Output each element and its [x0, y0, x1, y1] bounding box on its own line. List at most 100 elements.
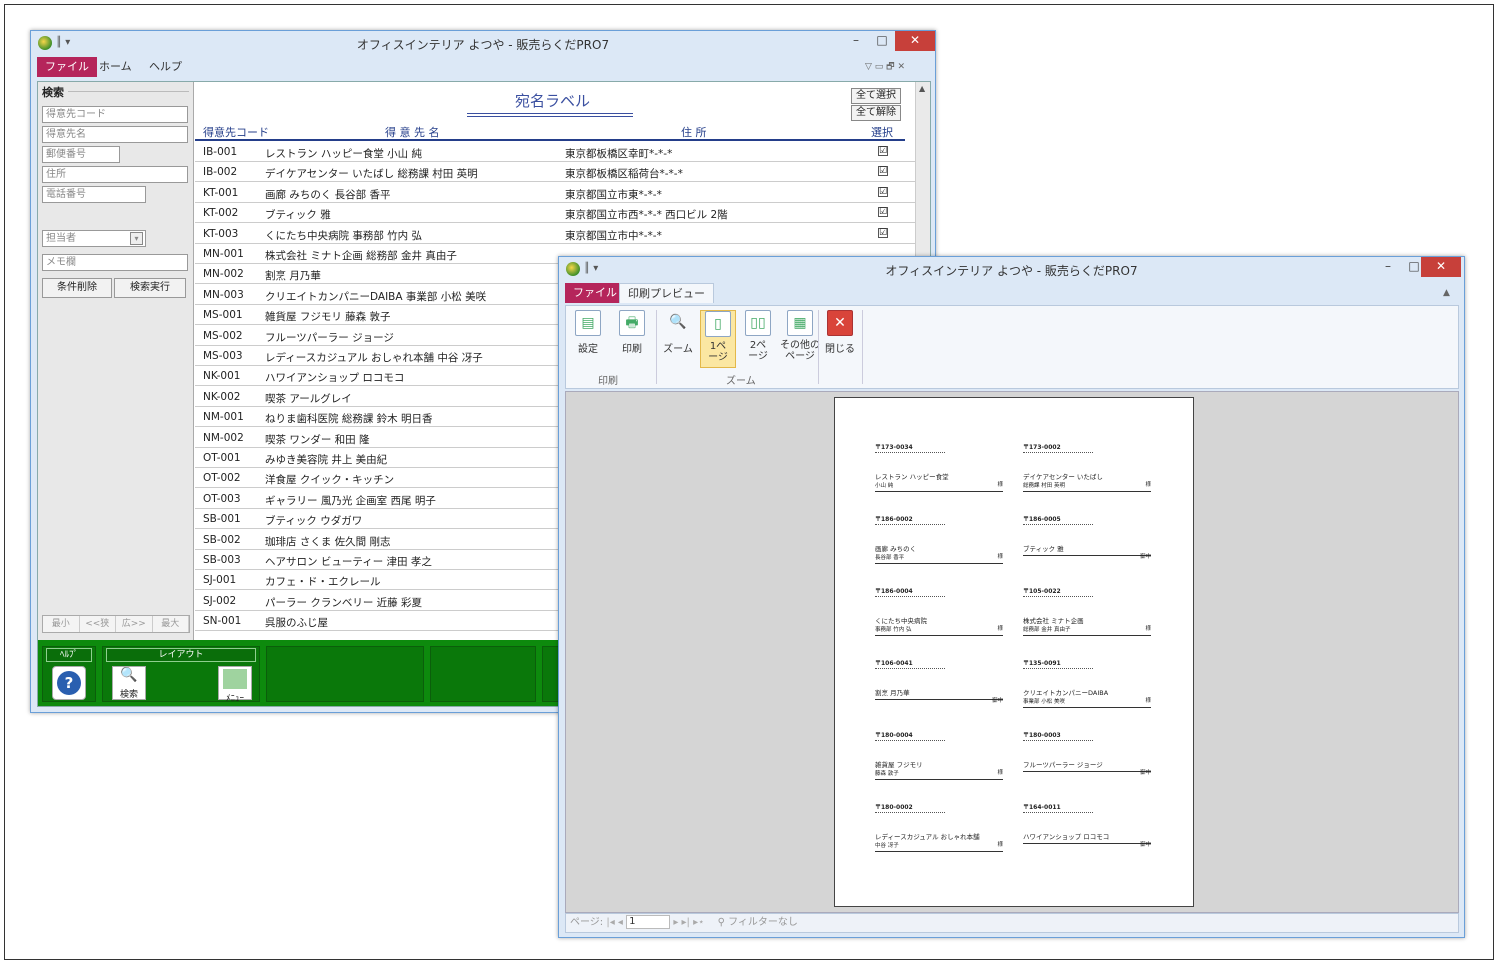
filter-icon[interactable]: ⚲ [718, 917, 729, 928]
staff-select[interactable]: 担当者 ▾ [42, 230, 146, 247]
page-label: ページ: [570, 917, 604, 928]
label-honorific: 様 [1145, 698, 1151, 704]
postal-code-field[interactable]: 郵便番号 [42, 146, 120, 163]
address-label: 〒186-0002 画廊 みちのく 長谷部 香平 様 [875, 514, 1003, 564]
memo-field[interactable]: メモ欄 [42, 254, 188, 271]
col-name: 得 意 先 名 [385, 126, 440, 139]
nav-min[interactable]: 最小 [43, 616, 80, 632]
table-row[interactable]: KT-001 画廊 みちのく 長谷部 香平 東京都国立市東*-*-* ☑ [195, 183, 915, 203]
first-page-icon[interactable]: |◂ ◂ [606, 917, 623, 928]
row-name: ブティック 雅 [265, 209, 331, 222]
ribbon: ▤ 設定 🖶 印刷 🔍 ズーム ▯ 1ペ ージ ▯▯ 2ペ ージ ▦ その他の ページ ✕ 閉… [565, 305, 1459, 389]
clear-conditions-button[interactable]: 条件削除 [42, 278, 112, 298]
customer-name-field[interactable]: 得意先名 [42, 126, 188, 143]
row-code: SB-003 [203, 554, 241, 566]
nav-wide[interactable]: 広>> [116, 616, 153, 632]
phone-field[interactable]: 電話番号 [42, 186, 146, 203]
page-number-input[interactable]: 1 [626, 915, 671, 929]
row-name: レストラン ハッピー食堂 小山 純 [265, 148, 423, 160]
row-code: OT-002 [203, 472, 241, 485]
row-name: クリエイトカンパニーDAIBA 事業部 小松 美咲 [265, 290, 487, 303]
print-button[interactable]: 🖶 印刷 [614, 310, 650, 355]
address-label: 〒105-0022 株式会社 ミナト企画 総務部 金井 真由子 様 [1023, 586, 1151, 636]
row-code: SJ-002 [203, 594, 237, 607]
row-checkbox[interactable]: ☑ [878, 166, 888, 177]
preview-pane[interactable]: 〒173-0034 レストラン ハッピー食堂 小山 純 様 〒173-0002 … [565, 391, 1459, 913]
staff-label: 担当者 [46, 233, 76, 244]
row-name: ブティック ウダガワ [265, 515, 363, 528]
minimize-button[interactable]: – [1375, 257, 1401, 277]
label-zip: 〒180-0004 [875, 732, 913, 739]
row-code: KT-001 [203, 186, 239, 199]
table-row[interactable]: KT-003 くにたち中央病院 事務部 竹内 弘 東京都国立市中*-*-* ☑ [195, 224, 915, 244]
row-code: MN-003 [203, 288, 244, 301]
row-checkbox[interactable]: ☑ [878, 207, 888, 218]
label-name: 画廊 みちのく [875, 545, 917, 553]
address-field[interactable]: 住所 [42, 166, 188, 183]
help-icon[interactable]: ? [52, 666, 86, 700]
address-label: 〒186-0004 くにたち中央病院 事務部 竹内 弘 様 [875, 586, 1003, 636]
scroll-up-icon[interactable]: ▲ [919, 84, 925, 93]
one-page-button[interactable]: ▯ 1ペ ージ [700, 310, 736, 368]
row-name: フルーツパーラー ジョージ [265, 331, 394, 344]
row-name: パーラー クランベリー 近藤 彩夏 [265, 596, 423, 609]
label-name: デイケアセンター いたばし [1023, 473, 1103, 481]
row-name: みゆき美容院 井上 美由紀 [265, 454, 388, 466]
next-page-icon[interactable]: ▸ ▸| ▸⋆ [673, 917, 707, 928]
label-zip: 〒173-0034 [875, 444, 913, 451]
customer-code-field[interactable]: 得意先コード [42, 106, 188, 123]
two-page-button[interactable]: ▯▯ 2ペ ージ [740, 310, 776, 362]
maximize-button[interactable]: □ [869, 31, 895, 51]
tab-help[interactable]: ヘルプ [141, 57, 190, 77]
two-page-icon: ▯▯ [745, 310, 771, 336]
label-honorific: 御中 [991, 698, 1003, 704]
status-bar: ページ: |◂ ◂ 1 ▸ ▸| ▸⋆ ⚲ フィルターなし [565, 913, 1459, 933]
label-zip: 〒186-0002 [875, 516, 913, 523]
close-preview-button[interactable]: ✕ 閉じる [822, 310, 858, 355]
row-code: MN-002 [203, 268, 244, 281]
row-name: くにたち中央病院 事務部 竹内 弘 [265, 229, 423, 242]
tab-home[interactable]: ホーム [91, 57, 140, 77]
tab-print-preview[interactable]: 印刷プレビュー [619, 283, 714, 303]
row-code: MS-002 [203, 329, 243, 342]
label-honorific: 様 [997, 482, 1003, 488]
row-code: MN-001 [203, 248, 244, 260]
row-checkbox[interactable]: ☑ [878, 186, 888, 197]
zoom-icon: 🔍 [669, 314, 687, 330]
run-search-button[interactable]: 検索実行 [114, 278, 186, 298]
nav-narrow[interactable]: <<狭 [80, 616, 116, 632]
address-label: 〒180-0004 雑貨屋 フジモリ 藤森 敦子 様 [875, 730, 1003, 780]
label-zip: 〒186-0004 [875, 588, 913, 595]
tab-file[interactable]: ファイル [565, 283, 625, 303]
minimize-button[interactable]: – [843, 31, 869, 51]
tab-file[interactable]: ファイル [37, 57, 97, 77]
label-zip: 〒186-0005 [1023, 516, 1061, 523]
table-row[interactable]: KT-002 ブティック 雅 東京都国立市西*-*-* 西口ビル 2階 ☑ [195, 203, 915, 224]
table-row[interactable]: IB-002 デイケアセンター いたばし 総務課 村田 英明 東京都板橋区稲荷台… [195, 162, 915, 183]
ribbon-collapse-icon[interactable]: ▲ [1435, 283, 1458, 303]
menu-icon[interactable]: ﾒﾆｭｰ [218, 666, 252, 704]
select-all-button[interactable]: 全て選択 [851, 88, 901, 104]
search-icon[interactable]: 🔍 検索 [112, 666, 146, 700]
close-button[interactable]: ✕ [895, 31, 935, 51]
label-person: 藤森 敦子 [875, 771, 899, 777]
label-zip: 〒135-0091 [1023, 660, 1061, 667]
label-honorific: 様 [1145, 626, 1151, 632]
zoom-button[interactable]: 🔍 ズーム [660, 310, 696, 355]
nav-max[interactable]: 最大 [153, 616, 189, 632]
other-pages-button[interactable]: ▦ その他の ページ [778, 310, 822, 362]
label-zip: 〒180-0002 [875, 804, 913, 811]
setup-button[interactable]: ▤ 設定 [570, 310, 606, 355]
table-row[interactable]: IB-001 レストラン ハッピー食堂 小山 純 東京都板橋区幸町*-*-* ☑ [195, 142, 915, 162]
close-icon: ✕ [827, 310, 853, 336]
row-checkbox[interactable]: ☑ [878, 227, 888, 238]
close-button[interactable]: ✕ [1421, 257, 1461, 277]
deselect-all-button[interactable]: 全て解除 [851, 105, 901, 121]
row-checkbox[interactable]: ☑ [878, 146, 888, 156]
ribbon-controls[interactable]: ▽ ▭ 🗗 ✕ [857, 57, 913, 77]
record-nav: 最小 <<狭 広>> 最大 [42, 615, 190, 633]
label-honorific: 様 [997, 842, 1003, 848]
chevron-down-icon[interactable]: ▾ [130, 232, 143, 245]
row-code: NK-001 [203, 370, 241, 383]
row-code: SB-002 [203, 533, 241, 546]
